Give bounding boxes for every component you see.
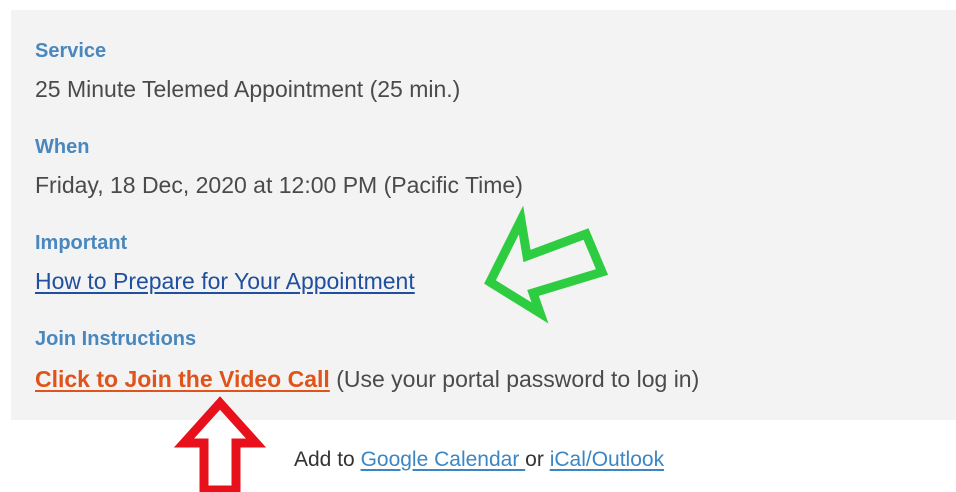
red-arrow-icon: [173, 396, 267, 492]
green-arrow-icon: [484, 205, 609, 324]
add-to-prefix: Add to: [294, 448, 361, 471]
when-value: Friday, 18 Dec, 2020 at 12:00 PM (Pacifi…: [35, 172, 523, 198]
add-to-calendar: Add to Google Calendar or iCal/Outlook: [294, 448, 664, 472]
google-calendar-link[interactable]: Google Calendar: [361, 448, 526, 471]
join-video-call-link[interactable]: Click to Join the Video Call: [35, 366, 330, 392]
important-label: Important: [35, 232, 128, 254]
join-password-note: (Use your portal password to log in): [329, 366, 700, 392]
service-label: Service: [35, 40, 107, 62]
prepare-appointment-link[interactable]: How to Prepare for Your Appointment: [35, 268, 415, 294]
ical-outlook-link[interactable]: iCal/Outlook: [550, 448, 664, 471]
or-text: or: [525, 448, 550, 471]
red-arrow-shape: [173, 396, 267, 492]
green-arrow-shape: [484, 205, 609, 324]
important-value: How to Prepare for Your Appointment: [35, 268, 415, 295]
join-instructions-value: Click to Join the Video Call (Use your p…: [35, 366, 699, 393]
join-instructions-label: Join Instructions: [35, 328, 197, 350]
when-label: When: [35, 136, 90, 158]
service-value: 25 Minute Telemed Appointment (25 min.): [35, 76, 461, 102]
